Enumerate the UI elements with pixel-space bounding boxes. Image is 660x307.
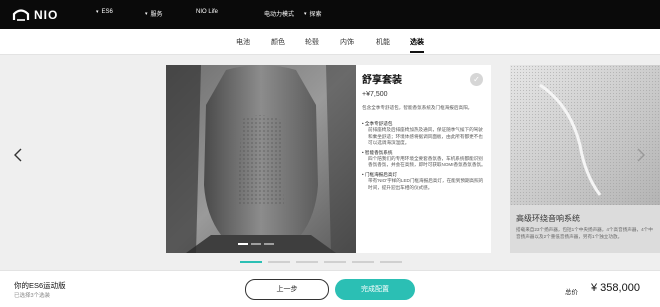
config-tab-bar: 电池 颜色 轮毂 内饰 机能 选装 (0, 29, 660, 55)
finish-config-button[interactable]: 完成配置 (335, 279, 415, 300)
summary-bar: 你的ES6运动版 已选择3个选装 上一步 完成配置 总价 ¥ 358,000 (0, 270, 660, 307)
nav-service[interactable]: ▾ 服务 (145, 9, 163, 19)
photo-dot[interactable] (238, 243, 248, 245)
option-details: 舒享套装 ✓ +¥7,500 包含全季专舒适包，智能香氛系统及门框海报后高阳。 … (362, 71, 486, 249)
nav-es6[interactable]: ▾ ES6 (96, 9, 113, 15)
option-carousel: 舒享套装 ✓ +¥7,500 包含全季专舒适包，智能香氛系统及门框海报后高阳。 … (0, 55, 660, 270)
tab-interior[interactable]: 内饰 (340, 37, 354, 47)
nio-logo-icon (12, 9, 30, 21)
option-price: +¥7,500 (362, 91, 388, 98)
feature-body: 四个陪我们的专用环境全要套香氛香，车机系统都能识别香氛香氛，并会在高频，即时可获… (368, 156, 486, 168)
selected-options-count: 已选择3个选装 (14, 293, 51, 299)
speaker-photo (510, 65, 660, 205)
progress-segment[interactable] (380, 261, 402, 263)
option-card[interactable]: 舒享套装 ✓ +¥7,500 包含全季专舒适包，智能香氛系统及门框海报后高阳。 … (166, 65, 491, 253)
chevron-down-icon: ▾ (145, 10, 148, 17)
progress-segment[interactable] (324, 261, 346, 263)
option-description: 包含全季专舒适包，智能香氛系统及门框海报后高阳。 (362, 105, 473, 110)
seat-illustration (166, 65, 356, 253)
carousel-progress (240, 261, 402, 263)
total-price: ¥ 358,000 (591, 282, 640, 294)
tab-battery[interactable]: 电池 (236, 37, 250, 47)
check-icon[interactable]: ✓ (470, 73, 483, 86)
model-name: 你的ES6运动版 (14, 281, 66, 290)
previous-step-button[interactable]: 上一步 (245, 279, 329, 300)
nio-logo[interactable]: NIO (12, 7, 58, 23)
next-option-description: 搭载来自23个扬声器，包括1个中央扬声器，4个高音扬声器，4个中音扬声器以及2个… (516, 227, 653, 239)
active-tab-indicator (410, 51, 424, 53)
photo-dot[interactable] (251, 243, 261, 245)
nav-power-mode[interactable]: 电动力模式 (264, 9, 294, 18)
option-title: 舒享套装 (362, 75, 402, 86)
nav-explore[interactable]: ▾ 探索 (304, 9, 322, 19)
tab-options[interactable]: 选装 (410, 37, 424, 47)
progress-segment[interactable] (268, 261, 290, 263)
top-navigation-bar: NIO ▾ ES6 ▾ 服务 NIO Life 电动力模式 ▾ 探索 (0, 0, 660, 29)
progress-segment[interactable] (240, 261, 262, 263)
next-option-title: 高级环绕音响系统 (516, 214, 580, 223)
tab-color[interactable]: 颜色 (271, 37, 285, 47)
progress-segment[interactable] (296, 261, 318, 263)
feature-body: 前排座椅及后排座椅加热及通风，保证随季气候下的驾驶和乘坐舒适；环境体感将据调风面… (368, 127, 483, 146)
logo-text: NIO (34, 8, 59, 22)
chevron-right-icon[interactable] (637, 148, 647, 162)
tab-features[interactable]: 机能 (376, 37, 390, 47)
feature-body: 带有'NIO'字样的LED门框海报后高灯，在能到预期高照的时间，提升迎出车相的仪… (368, 178, 484, 190)
chevron-down-icon: ▾ (96, 9, 99, 15)
chevron-down-icon: ▾ (304, 10, 307, 17)
photo-dot[interactable] (264, 243, 274, 245)
total-price-label: 总价 (565, 289, 578, 296)
option-feature-list: 全季专舒适包 前排座椅及后排座椅加热及通风，保证随季气候下的驾驶和乘坐舒适；环境… (362, 118, 486, 191)
tab-wheels[interactable]: 轮毂 (305, 37, 319, 47)
photo-pagination (238, 243, 274, 245)
progress-segment[interactable] (352, 261, 374, 263)
nav-nio-life[interactable]: NIO Life (196, 9, 218, 15)
seat-photo (166, 65, 356, 253)
chevron-left-icon[interactable] (14, 148, 24, 162)
